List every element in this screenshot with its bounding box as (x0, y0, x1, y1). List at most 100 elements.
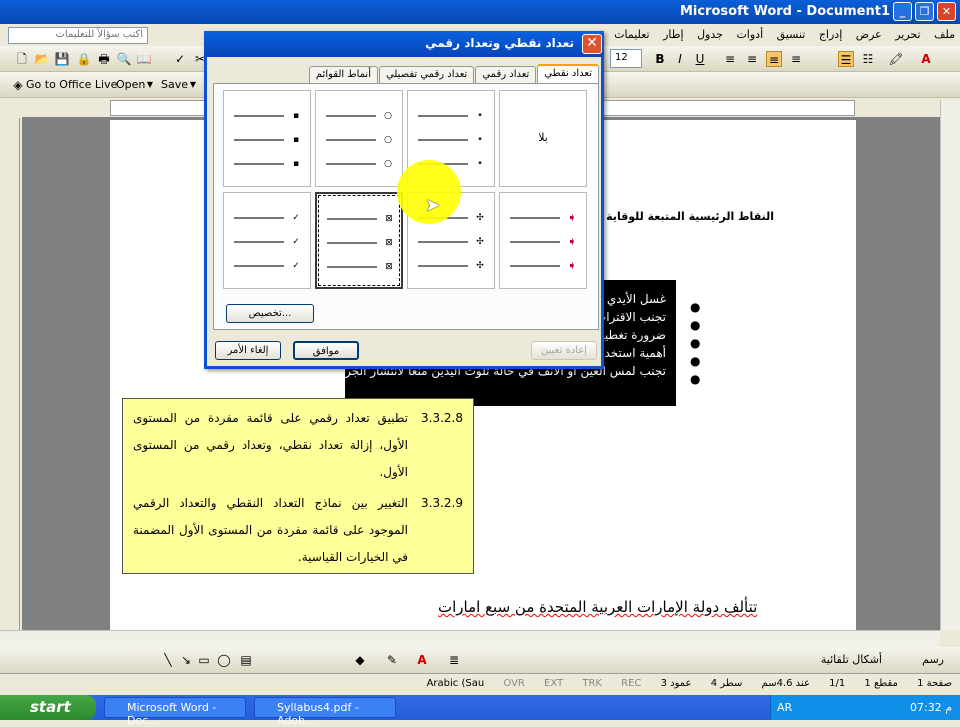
window-title: Microsoft Word - Document1 (679, 4, 890, 19)
font-color-icon[interactable]: A (414, 652, 430, 668)
window-titlebar: Microsoft Word - Document1 _ ❐ ✕ (0, 0, 960, 24)
numbering-icon[interactable]: ☷ (860, 51, 876, 67)
menu-view[interactable]: عرض (851, 24, 887, 45)
status-ovr[interactable]: OVR (495, 674, 532, 693)
italic-button[interactable]: I (672, 51, 688, 67)
paragraph-number: 3.3.2.8 (421, 411, 463, 425)
bullet-glyph: ● (690, 300, 701, 314)
mouse-pointer-icon: ➤ (425, 195, 441, 216)
autoshapes-menu-button[interactable]: أشكال تلقائية (821, 653, 882, 666)
vertical-scrollbar[interactable] (940, 100, 960, 630)
menu-table[interactable]: جدول (692, 24, 728, 45)
help-search-input[interactable]: اكتب سؤالاً للتعليمات (8, 27, 148, 44)
status-bar: صفحة 1 مقطع 1 1/1 عند 4.6سم سطر 4 عمود 3… (0, 673, 960, 695)
dialog-tabs: تعداد نقطيتعداد رقميتعداد رقمي تفصيليأنم… (213, 64, 599, 85)
doc-heading: النقاط الرئيسية المتبعة للوقاية (606, 210, 774, 223)
status-language: Arabic (Sau (426, 678, 485, 689)
reset-button[interactable]: إعادة تعيين (531, 341, 597, 360)
language-indicator[interactable]: AR (777, 701, 792, 714)
save-icon[interactable]: 💾 (54, 51, 70, 67)
chevron-down-icon[interactable]: ▼ (142, 77, 158, 93)
print-preview-icon[interactable]: 🔍 (116, 51, 132, 67)
goto-office-live-button[interactable]: Go to Office Live (26, 78, 117, 91)
bullet-glyph: ● (690, 318, 701, 332)
align-left-icon[interactable]: ≡ (722, 51, 738, 67)
bullet-option-square[interactable]: ▪ ▪ ▪ (223, 90, 311, 187)
open-icon[interactable]: 📂 (34, 51, 50, 67)
bullets-icon[interactable]: ☰ (838, 51, 854, 67)
customize-button[interactable]: تخصيص... (226, 304, 314, 323)
ok-button[interactable]: موافق (293, 341, 359, 360)
permission-icon[interactable]: 🔒 (76, 51, 92, 67)
status-trk[interactable]: TRK (574, 674, 610, 693)
save-menu-button[interactable]: Save (161, 78, 188, 91)
arrow-bullet-icon: ➧ (567, 235, 577, 248)
taskbar-item-word[interactable]: Microsoft Word - Doc... (104, 697, 246, 727)
start-button[interactable]: start (0, 695, 96, 720)
fill-color-icon[interactable]: ◆ (352, 652, 368, 668)
bullet-option-circle[interactable]: ○ ○ ○ (315, 90, 403, 187)
arrow-tool-icon[interactable]: ↘ (178, 652, 194, 668)
clock: 07:32 م (909, 701, 952, 714)
draw-menu-button[interactable]: رسم (922, 653, 944, 666)
font-color-icon[interactable]: A (918, 51, 934, 67)
open-menu-button[interactable]: Open (116, 78, 145, 91)
cancel-button[interactable]: إلغاء الأمر (215, 341, 281, 360)
oval-tool-icon[interactable]: ◯ (216, 652, 232, 668)
system-tray: AR 07:32 م (770, 695, 960, 720)
bullet-option-boxed-x[interactable]: ⊠ ⊠ ⊠ (315, 192, 403, 289)
status-col: عمود 3 (660, 678, 692, 689)
menu-tools[interactable]: أدوات (731, 24, 768, 45)
chevron-down-icon[interactable]: ▼ (185, 77, 201, 93)
menu-edit[interactable]: تحرير (890, 24, 925, 45)
highlight-icon[interactable]: 🖍 (888, 51, 904, 67)
dialog-close-button[interactable]: ✕ (582, 34, 602, 54)
menu-insert[interactable]: إدراج (814, 24, 847, 45)
line-style-icon[interactable]: ≣ (446, 652, 462, 668)
status-rec[interactable]: REC (613, 674, 649, 693)
status-ext[interactable]: EXT (536, 674, 571, 693)
bullet-option-arrow[interactable]: ➧ ➧ ➧ (499, 192, 587, 289)
highlighted-text-box[interactable]: 3.3.2.8 تطبيق تعداد رقمي على قائمة مفردة… (122, 398, 474, 574)
line-color-icon[interactable]: ✎ (384, 652, 400, 668)
status-line: سطر 4 (710, 678, 743, 689)
status-page: صفحة 1 (917, 678, 952, 689)
arrow-bullet-icon: ➧ (567, 259, 577, 272)
print-icon[interactable]: 🖶 (96, 51, 112, 67)
paragraph-number: 3.3.2.9 (421, 496, 463, 510)
vertical-ruler[interactable] (0, 118, 20, 630)
line-tool-icon[interactable]: ╲ (160, 652, 176, 668)
paragraph-text: التغيير بين نماذج التعداد النقطي والتعدا… (133, 496, 408, 564)
align-center-icon[interactable]: ≡ (744, 51, 760, 67)
bullet-glyph: ● (690, 372, 701, 386)
menu-file[interactable]: ملف (929, 24, 960, 45)
close-button[interactable]: ✕ (937, 2, 956, 21)
font-size-select[interactable]: 12 (610, 49, 642, 68)
tab-bulleted[interactable]: تعداد نقطي (537, 64, 599, 85)
bullet-option-check[interactable]: ✓ ✓ ✓ (223, 192, 311, 289)
paragraph-text: تطبيق تعداد رقمي على قائمة مفردة من المس… (133, 411, 408, 479)
align-right-icon[interactable]: ≡ (766, 51, 782, 67)
textbox-tool-icon[interactable]: ▤ (238, 652, 254, 668)
taskbar-item-pdf[interactable]: Syllabus4.pdf - Adob... (254, 697, 396, 727)
bullet-option-none[interactable]: بلا (499, 90, 587, 187)
none-label: بلا (538, 131, 548, 144)
menu-help[interactable]: تعليمات (609, 24, 654, 45)
numbered-paragraph: 3.3.2.9 التغيير بين نماذج التعداد النقطي… (133, 490, 463, 571)
rectangle-tool-icon[interactable]: ▭ (196, 652, 212, 668)
horizontal-scrollbar[interactable] (0, 630, 940, 647)
restore-button[interactable]: ❐ (915, 2, 934, 21)
new-doc-icon[interactable]: 🗋 (14, 51, 30, 67)
bold-button[interactable]: B (652, 51, 668, 67)
justify-icon[interactable]: ≡ (788, 51, 804, 67)
menu-format[interactable]: تنسيق (772, 24, 811, 45)
office-live-icon: ◈ (13, 78, 23, 92)
dialog-title: تعداد نقطي وتعداد رقمي (425, 36, 574, 50)
minimize-button[interactable]: _ (893, 2, 912, 21)
menu-frame[interactable]: إطار (658, 24, 688, 45)
research-icon[interactable]: 📖 (136, 51, 152, 67)
body-sentence: تتألف دولة الإمارات العربية المتحدة من س… (438, 598, 758, 616)
status-section: مقطع 1 (864, 678, 898, 689)
spelling-icon[interactable]: ✓ (172, 51, 188, 67)
underline-button[interactable]: U (692, 51, 708, 67)
